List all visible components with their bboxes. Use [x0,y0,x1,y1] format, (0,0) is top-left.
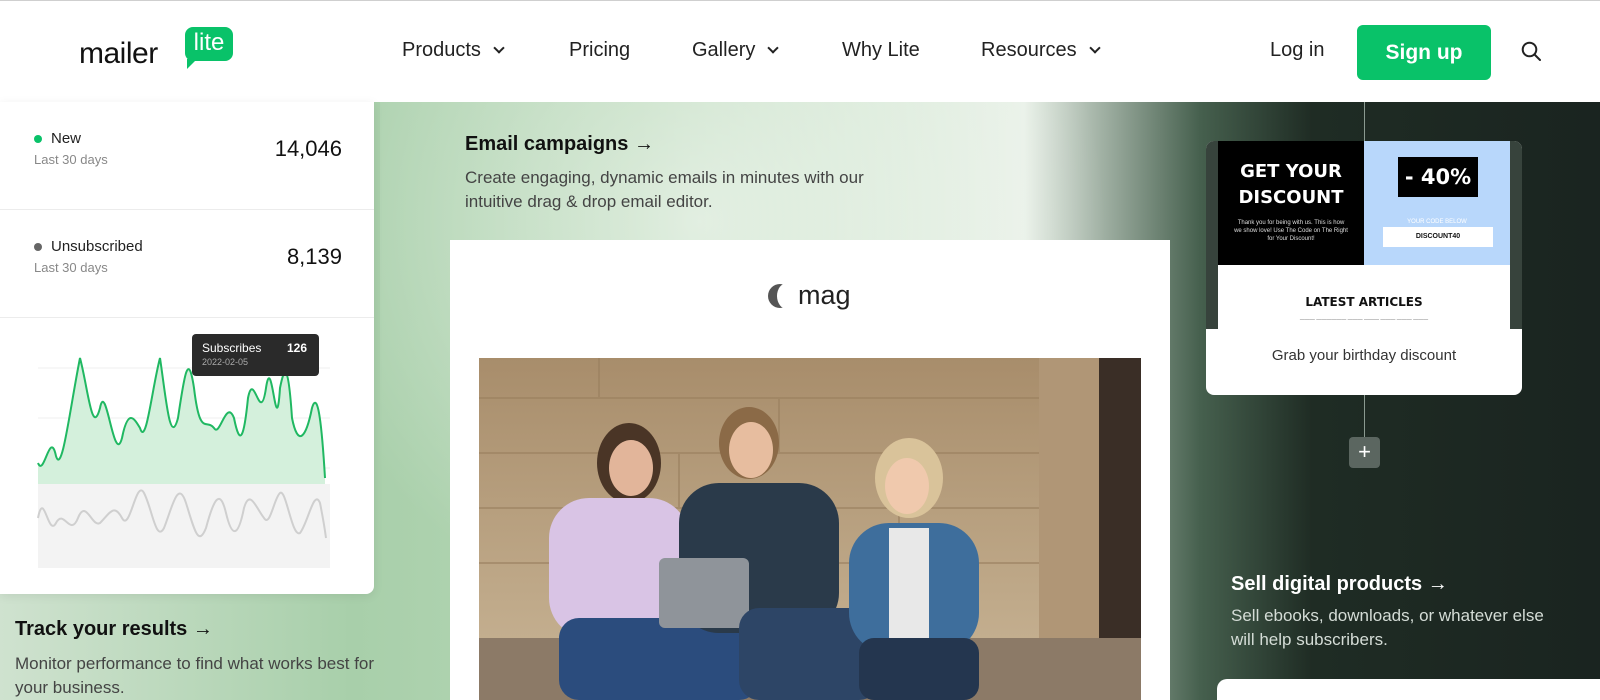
nav-pricing-label: Pricing [569,39,631,61]
email-campaigns-desc: Create engaging, dynamic emails in minut… [465,168,864,211]
site-header: mailer lite Products Pricing Gallery Why… [0,1,1600,102]
tooltip-value: 126 [286,341,307,355]
add-step-button[interactable]: + [1349,437,1380,468]
stat-label: Unsubscribed [51,238,143,255]
discount-code-panel: - 40% YOUR CODE BELOW DISCOUNT40 [1364,141,1510,265]
logo-badge: lite [185,27,233,69]
stat-period: Last 30 days [34,152,108,167]
nav-gallery[interactable]: Gallery [692,39,780,62]
mag-logo-text: mag [798,280,851,310]
latest-articles-section: LATEST ARTICLES ——— —————— ——— ——— ——— —… [1218,265,1510,329]
chevron-down-icon [493,41,505,54]
discount-code-label: YOUR CODE BELOW [1407,219,1467,225]
stat-value: 8,139 [286,244,342,269]
flow-connector [1364,395,1365,437]
search-icon[interactable] [1521,41,1541,61]
email-campaigns-link[interactable]: Email campaigns → [465,133,654,156]
product-card-preview [1217,679,1600,700]
logo-word: mailer [79,37,158,70]
discount-fineprint: Thank you for being with us. This is how… [1234,220,1348,242]
login-link[interactable]: Log in [1270,39,1325,62]
stat-label: New [51,130,82,147]
latest-articles-heading: LATEST ARTICLES [1305,295,1423,309]
nav-resources-label: Resources [981,39,1077,61]
discount-percent: - 40% [1398,157,1478,197]
chevron-down-icon [767,41,780,54]
nav-resources[interactable]: Resources [981,39,1101,62]
nav-pricing[interactable]: Pricing [569,39,630,62]
nav-why-lite[interactable]: Why Lite [842,39,920,62]
status-dot [34,135,42,143]
stat-value: 14,046 [274,136,342,161]
mag-logo-icon [768,283,797,309]
birthday-email-preview: GET YOUR DISCOUNT Thank you for being wi… [1206,141,1522,329]
birthday-caption: Grab your birthday discount [1271,347,1457,364]
sell-digital-products-link[interactable]: Sell digital products → [1231,573,1448,596]
chart-tooltip: Subscribes 126 2022-02-05 [192,334,319,376]
birthday-email-card[interactable]: GET YOUR DISCOUNT Thank you for being wi… [1206,141,1522,395]
sell-digital-products-desc: Sell ebooks, downloads, or whatever else… [1231,606,1544,649]
nav-products-label: Products [402,39,481,61]
stat-period: Last 30 days [34,260,108,275]
flow-connector [1364,102,1365,141]
tooltip-date: 2022-02-05 [202,357,249,367]
email-preview-card: mag [450,240,1170,700]
signup-button[interactable]: Sign up [1357,25,1491,80]
mag-logo: mag [768,280,888,312]
nav-gallery-label: Gallery [692,39,756,61]
nav-why-lite-label: Why Lite [842,39,920,61]
stat-row-new: New Last 30 days 14,046 [0,102,374,210]
stat-row-unsubscribed: Unsubscribed Last 30 days 8,139 [0,210,374,318]
discount-banner: GET YOUR DISCOUNT Thank you for being wi… [1218,141,1364,265]
tooltip-label: Subscribes [202,341,262,355]
track-results-desc: Monitor performance to find what works b… [15,654,375,697]
email-hero-photo [479,358,1141,700]
discount-headline: GET YOUR DISCOUNT [1238,161,1344,208]
latest-articles-text: ——— —————— ——— ——— ——— ——— ——— [1299,317,1429,323]
status-dot [34,243,42,251]
nav-products[interactable]: Products [402,39,505,62]
discount-code: DISCOUNT40 [1383,227,1493,247]
chevron-down-icon [1088,41,1101,54]
track-results-link[interactable]: Track your results → [15,618,213,641]
